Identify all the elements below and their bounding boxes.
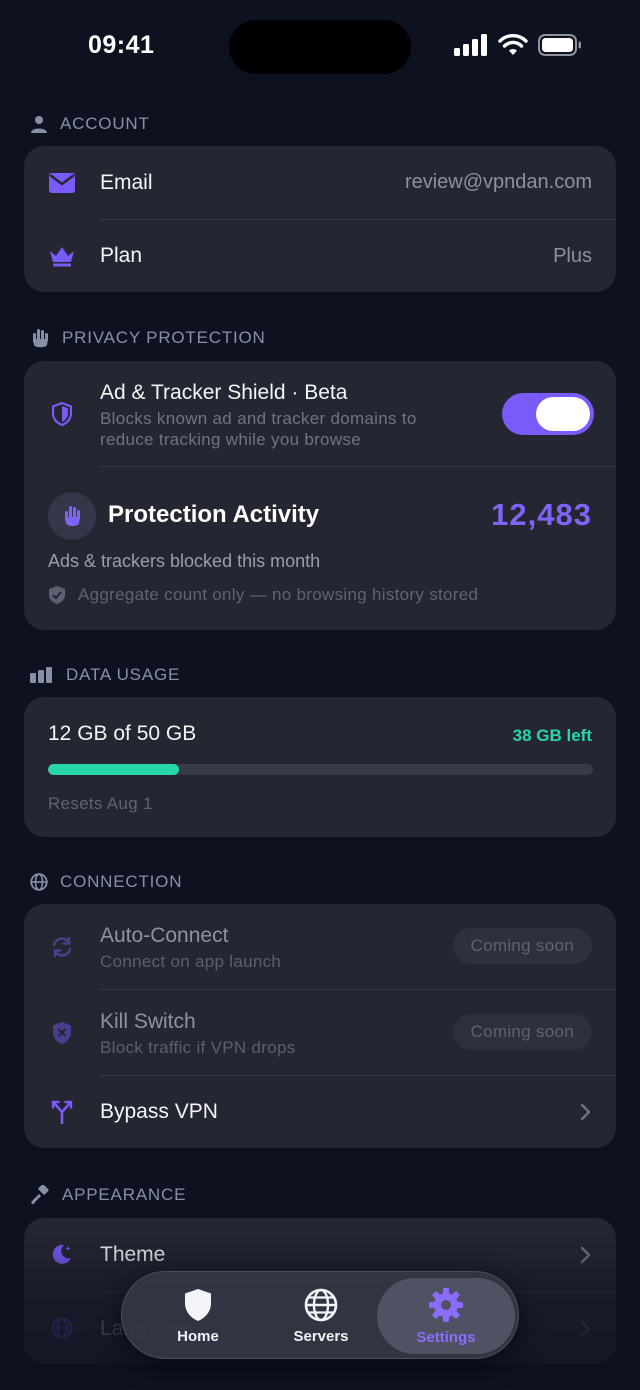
bypass-vpn-title: Bypass VPN xyxy=(100,1100,218,1123)
status-icons xyxy=(454,34,582,56)
globe-icon xyxy=(304,1288,338,1321)
tab-label: Home xyxy=(177,1327,219,1345)
chevron-right-icon xyxy=(580,1320,591,1338)
section-title: ACCOUNT xyxy=(60,114,150,133)
auto-connect-title: Auto-Connect xyxy=(100,924,229,947)
section-title: CONNECTION xyxy=(60,872,183,891)
plan-value: Plus xyxy=(553,244,592,267)
activity-hand-icon xyxy=(48,492,96,540)
shield-icon xyxy=(48,400,76,428)
coming-soon-badge: Coming soon xyxy=(452,1014,592,1050)
account-card: Email review@vpndan.com Plan Plus xyxy=(24,146,616,292)
theme-title: Theme xyxy=(100,1243,166,1266)
moon-icon xyxy=(48,1240,76,1268)
auto-connect-subtitle: Connect on app launch xyxy=(100,952,282,971)
paintbrush-icon xyxy=(31,1185,49,1204)
shield-x-icon xyxy=(48,1019,76,1047)
hand-icon xyxy=(33,329,48,348)
plan-row: Plan Plus xyxy=(24,220,616,292)
section-header-data-usage: DATA USAGE xyxy=(30,665,180,685)
divider xyxy=(100,466,616,467)
section-header-appearance: APPEARANCE xyxy=(30,1185,186,1205)
person-icon xyxy=(31,116,47,133)
activity-caption: Ads & trackers blocked this month xyxy=(48,551,321,571)
battery-icon xyxy=(538,34,581,56)
globe-icon xyxy=(48,1314,76,1342)
activity-note-text: Aggregate count only — no browsing histo… xyxy=(78,585,479,604)
tab-home[interactable]: Home xyxy=(129,1278,267,1354)
coming-soon-badge: Coming soon xyxy=(452,928,592,964)
shield-icon xyxy=(185,1288,211,1321)
crown-icon xyxy=(48,242,76,270)
bottom-tab-bar: Home Servers Settings xyxy=(121,1271,519,1359)
tab-servers[interactable]: Servers xyxy=(252,1278,390,1354)
email-value: review@vpndan.com xyxy=(404,171,592,193)
activity-title: Protection Activity xyxy=(108,501,320,528)
cellular-signal-icon xyxy=(454,34,487,56)
refresh-icon xyxy=(48,933,76,961)
data-usage-card: 12 GB of 50 GB 38 GB left Resets Aug 1 xyxy=(24,697,616,837)
check-shield-icon xyxy=(49,586,65,604)
privacy-card: Ad & Tracker Shield · Beta Blocks known … xyxy=(24,361,616,630)
bar-chart-icon xyxy=(30,667,52,683)
email-label: Email xyxy=(100,170,153,194)
section-title: PRIVACY PROTECTION xyxy=(62,328,266,347)
activity-count: 12,483 xyxy=(491,497,592,532)
auto-connect-row: Auto-Connect Connect on app launch Comin… xyxy=(24,904,616,989)
dynamic-island xyxy=(229,20,411,74)
shield-title: Ad & Tracker Shield · Beta xyxy=(100,381,348,404)
data-left: 38 GB left xyxy=(512,726,592,745)
tab-settings[interactable]: Settings xyxy=(377,1278,515,1354)
toggle-knob xyxy=(536,397,590,431)
reset-date: Resets Aug 1 xyxy=(48,794,153,813)
activity-note: Aggregate count only — no browsing histo… xyxy=(48,585,478,605)
gear-icon xyxy=(429,1287,463,1322)
envelope-icon xyxy=(48,169,76,197)
connection-card: Auto-Connect Connect on app launch Comin… xyxy=(24,904,616,1148)
section-header-account: ACCOUNT xyxy=(30,114,150,134)
wifi-icon xyxy=(498,34,528,55)
shield-subtitle-line2: reduce tracking while you browse xyxy=(100,430,361,449)
section-title: DATA USAGE xyxy=(66,665,181,684)
kill-switch-row: Kill Switch Block traffic if VPN drops C… xyxy=(24,990,616,1075)
progress-fill xyxy=(48,764,179,775)
bypass-vpn-row[interactable]: Bypass VPN xyxy=(24,1076,616,1148)
kill-switch-subtitle: Block traffic if VPN drops xyxy=(100,1038,296,1057)
globe-small-icon xyxy=(30,873,48,891)
section-title: APPEARANCE xyxy=(62,1185,187,1204)
status-time: 09:41 xyxy=(88,31,155,59)
section-header-connection: CONNECTION xyxy=(30,872,182,892)
data-usage-progress xyxy=(48,764,593,775)
tab-label: Settings xyxy=(416,1328,476,1346)
email-row: Email review@vpndan.com xyxy=(24,146,616,219)
ad-tracker-shield-row[interactable]: Ad & Tracker Shield · Beta Blocks known … xyxy=(24,361,616,466)
chevron-right-icon xyxy=(580,1103,591,1121)
plan-label: Plan xyxy=(100,244,143,267)
chevron-right-icon xyxy=(580,1246,591,1264)
split-route-icon xyxy=(48,1098,76,1126)
kill-switch-title: Kill Switch xyxy=(100,1010,196,1033)
tab-label: Servers xyxy=(293,1327,349,1345)
section-header-privacy: PRIVACY PROTECTION xyxy=(30,328,266,348)
shield-subtitle-line1: Blocks known ad and tracker domains to xyxy=(100,409,417,428)
shield-toggle[interactable] xyxy=(502,393,594,435)
status-bar: 09:41 xyxy=(0,0,640,96)
data-used: 12 GB of 50 GB xyxy=(48,722,197,745)
